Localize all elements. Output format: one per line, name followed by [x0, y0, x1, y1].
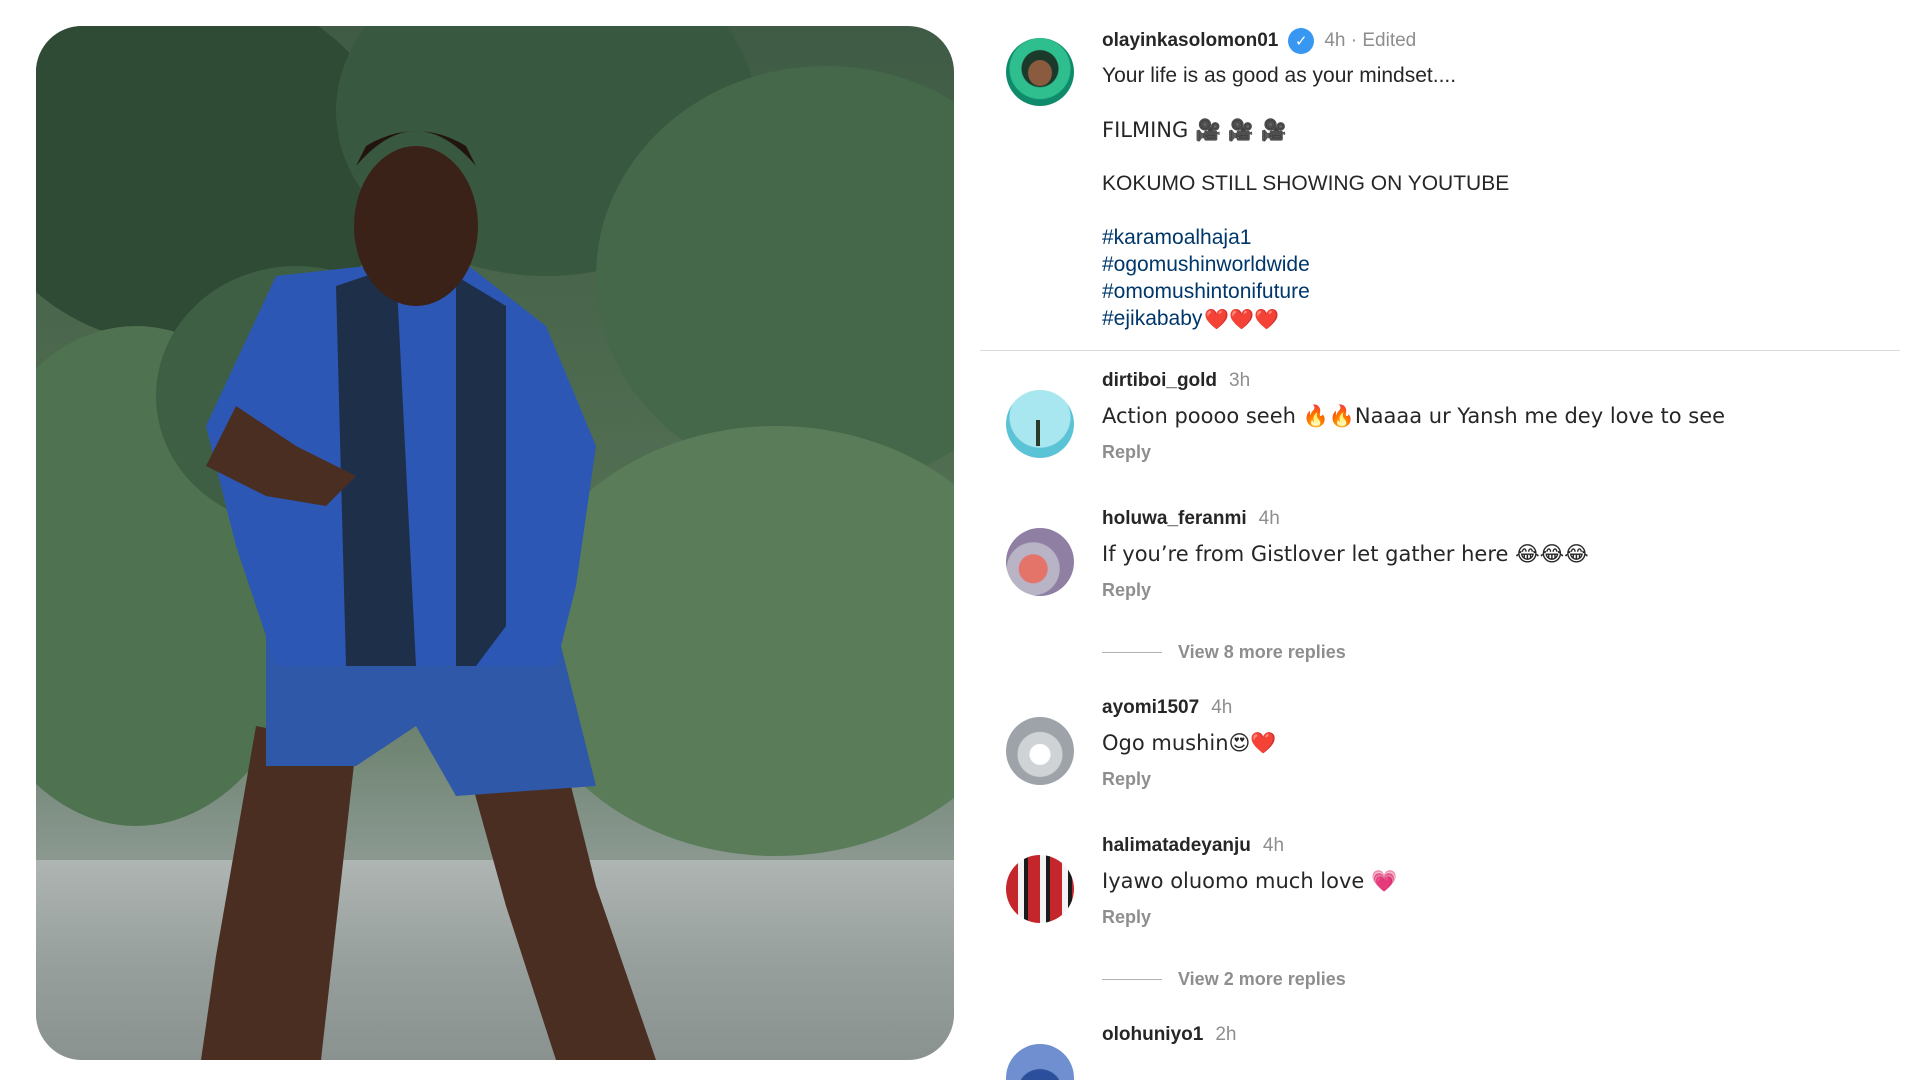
caption-body: Your life is as good as your mindset....…: [1102, 62, 1862, 332]
commenter-username[interactable]: ayomi1507: [1102, 697, 1199, 719]
commenter-avatar[interactable]: [1006, 390, 1074, 458]
comment-header: dirtiboi_gold 3h: [1102, 370, 1250, 392]
commenter-avatar[interactable]: [1006, 717, 1074, 785]
comment-header: halimatadeyanju 4h: [1102, 835, 1284, 857]
hashtag-link[interactable]: #omomushintonifuture: [1102, 278, 1862, 305]
commenter-username[interactable]: halimatadeyanju: [1102, 835, 1251, 857]
caption-line: KOKUMO STILL SHOWING ON YOUTUBE: [1102, 172, 1510, 195]
author-username[interactable]: olayinkasolomon01: [1102, 30, 1278, 52]
reply-button[interactable]: Reply: [1102, 442, 1151, 463]
view-more-label[interactable]: View 8 more replies: [1178, 642, 1346, 663]
comment-text: Action poooo seeh 🔥🔥Naaaa ur Yansh me de…: [1102, 404, 1726, 428]
view-more-replies[interactable]: View 8 more replies: [1102, 642, 1346, 663]
comment-text: Iyawo oluomo much love 💗: [1102, 869, 1398, 893]
comment-time: 4h: [1258, 508, 1280, 529]
comment-time: 4h: [1211, 697, 1233, 718]
comment-header: holuwa_feranmi 4h: [1102, 508, 1280, 530]
heart-emoji: ❤️❤️❤️: [1204, 306, 1280, 331]
reply-button[interactable]: Reply: [1102, 907, 1151, 928]
commenter-avatar[interactable]: [1006, 1044, 1074, 1080]
hashtag-link[interactable]: #ogomushinworldwide: [1102, 251, 1862, 278]
person-figure: [201, 131, 656, 1060]
author-avatar[interactable]: [1006, 38, 1074, 106]
comment-header: ayomi1507 4h: [1102, 697, 1232, 719]
comment-time: 4h: [1262, 835, 1285, 856]
comment-item: olohuniyo1 2h: [980, 1024, 1920, 1080]
comment-item: ayomi1507 4h Ogo mushin😍❤️ Reply: [980, 697, 1920, 807]
comments-panel: olayinkasolomon01 ✓ 4h · Edited Your lif…: [980, 0, 1920, 1080]
verified-badge-icon: ✓: [1288, 28, 1315, 54]
comment-item: holuwa_feranmi 4h If you’re from Gistlov…: [980, 508, 1920, 618]
caption-header: olayinkasolomon01 ✓ 4h · Edited: [1102, 28, 1416, 54]
reply-button[interactable]: Reply: [1102, 580, 1151, 601]
commenter-username[interactable]: olohuniyo1: [1102, 1024, 1203, 1046]
comment-time: 2h: [1215, 1024, 1237, 1045]
comment-text: Ogo mushin😍❤️: [1102, 731, 1277, 755]
caption-line: Your life is as good as your mindset....: [1102, 64, 1457, 87]
caption-time: 4h · Edited: [1324, 30, 1417, 51]
comment-time: 3h: [1229, 370, 1251, 391]
view-more-label[interactable]: View 2 more replies: [1178, 969, 1346, 990]
commenter-username[interactable]: dirtiboi_gold: [1102, 370, 1217, 392]
reply-button[interactable]: Reply: [1102, 769, 1151, 790]
palm-graphic: [1036, 420, 1040, 446]
comment-item: halimatadeyanju 4h Iyawo oluomo much lov…: [980, 835, 1920, 945]
hashtag-link[interactable]: #ejikababy: [1102, 305, 1202, 332]
post-media[interactable]: [36, 26, 954, 1060]
comment-header: olohuniyo1 2h: [1102, 1024, 1236, 1046]
comment-item: dirtiboi_gold 3h Action poooo seeh 🔥🔥Naa…: [980, 370, 1920, 480]
caption-line: FILMING 🎥 🎥 🎥: [1102, 118, 1287, 142]
hashtag-link[interactable]: #karamoalhaja1: [1102, 224, 1862, 251]
commenter-username[interactable]: holuwa_feranmi: [1102, 508, 1247, 530]
view-more-line: [1102, 979, 1162, 980]
comment-text: If you’re from Gistlover let gather here…: [1102, 542, 1589, 566]
commenter-avatar[interactable]: [1006, 855, 1074, 923]
view-more-line: [1102, 652, 1162, 653]
view-more-replies[interactable]: View 2 more replies: [1102, 969, 1346, 990]
commenter-avatar[interactable]: [1006, 528, 1074, 596]
caption-divider: [980, 350, 1900, 351]
